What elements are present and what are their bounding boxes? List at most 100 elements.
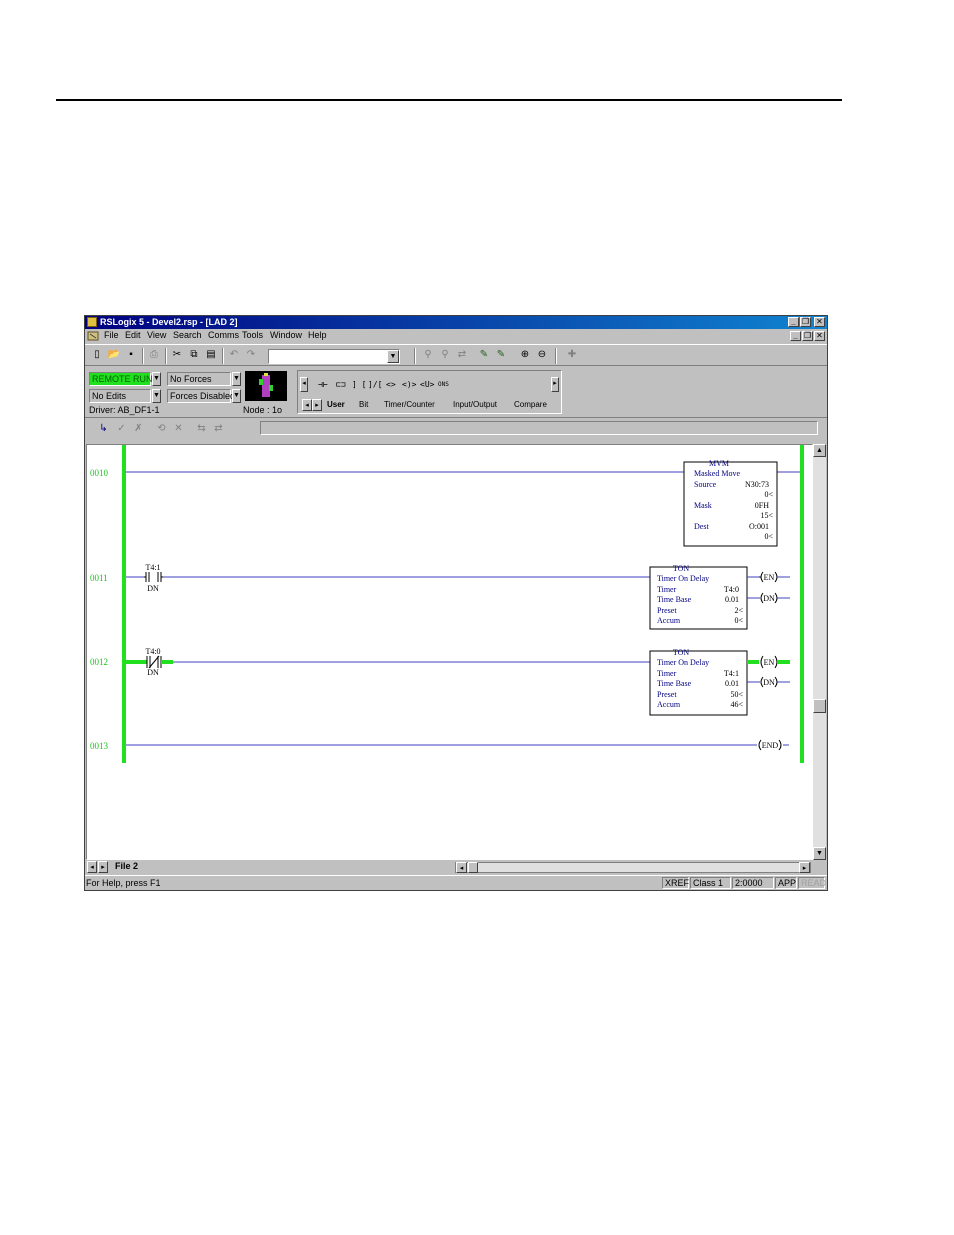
forces-enabled-status: Forces Disabled xyxy=(167,389,235,403)
menu-help[interactable]: Help xyxy=(308,330,327,340)
title-bar[interactable]: RSLogix 5 - Devel2.rsp - [LAD 2] _ ❐ ✕ xyxy=(85,316,827,329)
xic-contact[interactable] xyxy=(146,655,162,669)
mvm-param-label: Source xyxy=(694,480,717,489)
tab-input-output[interactable]: Input/Output xyxy=(453,399,497,411)
scroll-down-icon[interactable]: ▼ xyxy=(813,847,826,860)
ton-param-value: 0< xyxy=(734,616,743,625)
xic-contact-icon[interactable]: ] [ xyxy=(352,380,366,389)
edits-dropdown-arrow[interactable]: ▼ xyxy=(152,389,161,403)
dn-output-label: DN xyxy=(763,678,775,687)
horizontal-scrollbar[interactable]: ◂ ▸ xyxy=(455,862,811,873)
child-close-button[interactable]: ✕ xyxy=(814,331,825,341)
verify-project-icon[interactable]: ✎ xyxy=(494,348,508,362)
undo-icon[interactable]: ↶ xyxy=(227,348,241,362)
add-icon[interactable]: ✚ xyxy=(565,348,579,362)
node-label: Node : 1o xyxy=(243,405,283,415)
otu-coil-icon[interactable]: <U> xyxy=(420,380,434,389)
xic-contact[interactable] xyxy=(144,572,163,582)
ladder-editor[interactable]: 0010 MVM Masked Move Source N30:73 0< Ma… xyxy=(86,444,813,860)
forces-dropdown-arrow[interactable]: ▼ xyxy=(232,372,241,386)
palette-scroll-right-icon[interactable]: ▸ xyxy=(551,377,559,392)
test-edits-icon[interactable]: ⟲ xyxy=(155,422,168,435)
menu-view[interactable]: View xyxy=(147,330,166,340)
mode-dropdown-arrow[interactable]: ▼ xyxy=(152,372,161,386)
ton-param-value: T4:0 xyxy=(724,585,739,594)
verify-file-icon[interactable]: ✎ xyxy=(477,348,491,362)
assemble-edits-icon[interactable]: ⇆ xyxy=(195,422,208,435)
scroll-up-icon[interactable]: ▲ xyxy=(813,444,826,457)
vertical-scrollbar[interactable]: ▲ ▼ xyxy=(813,444,826,860)
otl-coil-icon[interactable]: <)> xyxy=(402,380,416,389)
minimize-button[interactable]: _ xyxy=(788,317,799,327)
cancel-edit-icon[interactable]: ✗ xyxy=(132,422,145,435)
start-rung-edit-icon[interactable]: ↳ xyxy=(97,422,110,435)
replace-icon[interactable]: ⇄ xyxy=(455,348,469,362)
ton-param-label: Time Base xyxy=(657,595,692,604)
menu-tools[interactable]: Tools xyxy=(242,330,263,340)
left-power-rail xyxy=(122,445,126,763)
tab-timer-counter[interactable]: Timer/Counter xyxy=(384,399,435,411)
redo-icon[interactable]: ↷ xyxy=(244,348,258,362)
ons-instruction-icon[interactable]: ONS xyxy=(438,381,449,388)
file-tab-left-icon[interactable]: ◂ xyxy=(87,861,97,873)
file-tab-right-icon[interactable]: ▸ xyxy=(98,861,108,873)
mvm-param-value: 0< xyxy=(764,532,773,541)
zoom-out-icon[interactable]: ⊖ xyxy=(535,348,549,362)
rung-number: 0012 xyxy=(90,657,108,667)
app-icon[interactable] xyxy=(87,317,97,327)
mvm-block-name: MVM xyxy=(709,459,729,468)
chevron-down-icon[interactable]: ▼ xyxy=(387,350,399,363)
new-file-icon[interactable]: ▯ xyxy=(90,348,104,362)
contact-bit: DN xyxy=(147,584,159,593)
menu-window[interactable]: Window xyxy=(270,330,302,340)
menu-file[interactable]: File xyxy=(104,330,119,340)
mvm-param-label: Dest xyxy=(694,522,709,531)
menu-edit[interactable]: Edit xyxy=(125,330,141,340)
menu-comms[interactable]: Comms xyxy=(208,330,239,340)
cut-icon[interactable]: ✂ xyxy=(170,348,184,362)
tab-bit[interactable]: Bit xyxy=(359,399,368,411)
child-window-icon[interactable] xyxy=(87,331,99,341)
energized-wire xyxy=(126,660,147,664)
ton-param-value: 0.01 xyxy=(725,595,739,604)
palette-scroll-left-icon[interactable]: ◂ xyxy=(300,377,308,392)
help-hint: For Help, press F1 xyxy=(86,878,161,888)
paste-icon[interactable]: ▤ xyxy=(204,348,218,362)
child-minimize-button[interactable]: _ xyxy=(790,331,801,341)
hscroll-thumb[interactable] xyxy=(468,862,478,873)
find-icon[interactable]: ⚲ xyxy=(421,348,435,362)
branch-instruction-icon[interactable]: ⊏⊐ xyxy=(336,380,346,389)
find-next-icon[interactable]: ⚲ xyxy=(438,348,452,362)
close-button[interactable]: ✕ xyxy=(814,317,825,327)
scroll-left-icon[interactable]: ◂ xyxy=(456,862,467,873)
address-description-field[interactable] xyxy=(260,421,818,435)
untest-edits-icon[interactable]: ✕ xyxy=(172,422,185,435)
restore-button[interactable]: ❐ xyxy=(800,317,811,327)
ote-coil-icon[interactable]: <> xyxy=(386,380,396,389)
ton-param-label: Accum xyxy=(657,616,681,625)
tab-file-2[interactable]: File 2 xyxy=(115,861,138,871)
open-file-icon[interactable]: 📂 xyxy=(107,348,121,362)
cancel-all-edits-icon[interactable]: ⇄ xyxy=(212,422,225,435)
child-restore-button[interactable]: ❐ xyxy=(802,331,813,341)
zoom-in-icon[interactable]: ⊕ xyxy=(518,348,532,362)
forces-enabled-dropdown-arrow[interactable]: ▼ xyxy=(232,389,241,403)
xio-contact-icon[interactable]: ]/[ xyxy=(368,380,382,389)
search-combo[interactable]: ▼ xyxy=(268,349,400,364)
copy-icon[interactable]: ⧉ xyxy=(187,348,201,362)
print-icon[interactable]: ⎙ xyxy=(147,348,161,362)
scroll-thumb[interactable] xyxy=(813,699,826,713)
mvm-param-label: Mask xyxy=(694,501,712,510)
scroll-right-icon[interactable]: ▸ xyxy=(799,862,810,873)
tab-scroll-left-icon[interactable]: ◂ xyxy=(302,399,312,411)
ton-block-name: TON xyxy=(673,564,690,573)
tab-user[interactable]: User xyxy=(327,399,345,411)
ton-param-label: Accum xyxy=(657,700,681,709)
tab-compare[interactable]: Compare xyxy=(514,399,547,411)
xic-instruction-icon[interactable]: ⊣⊢ xyxy=(318,380,328,389)
tab-scroll-right-icon[interactable]: ▸ xyxy=(312,399,322,411)
contact-address: T4:1 xyxy=(145,563,160,572)
accept-edit-icon[interactable]: ✓ xyxy=(115,422,128,435)
save-icon[interactable]: ▪ xyxy=(124,348,138,362)
menu-search[interactable]: Search xyxy=(173,330,202,340)
